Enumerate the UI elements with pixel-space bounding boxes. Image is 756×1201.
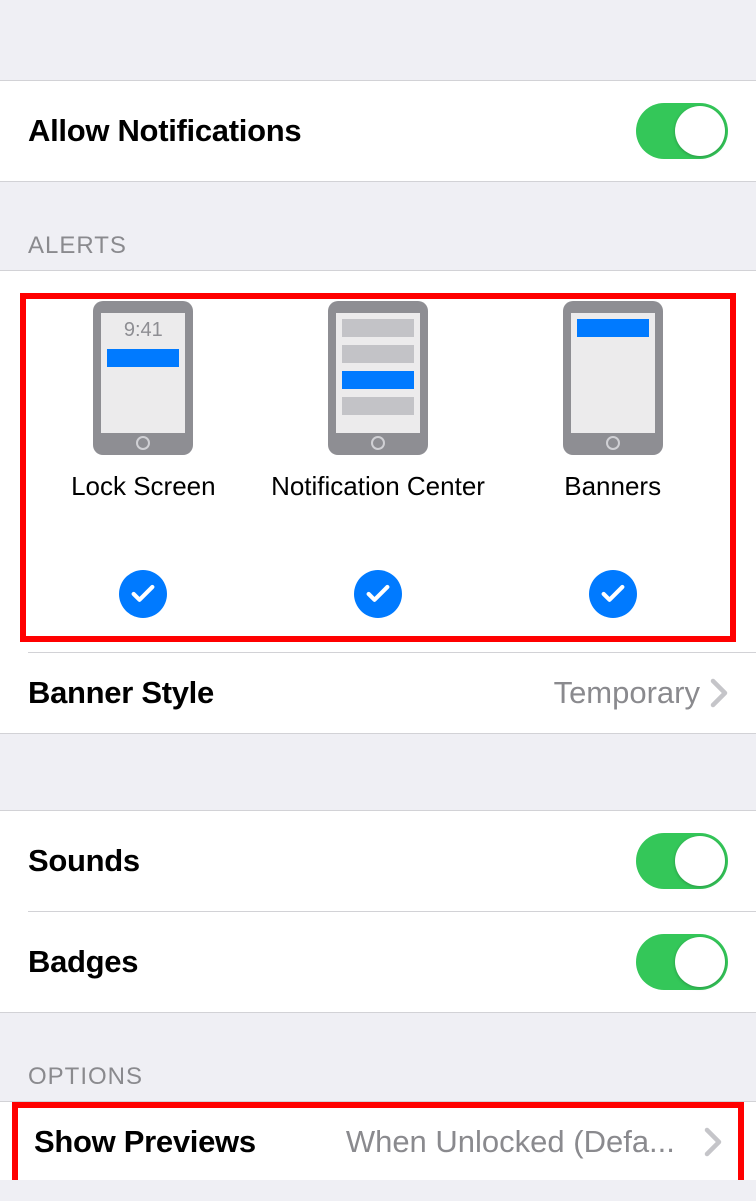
badges-label: Badges [28, 944, 138, 980]
notification-center-phone-icon [328, 301, 428, 455]
nc-bar [342, 345, 414, 363]
lock-screen-time: 9:41 [101, 319, 185, 342]
banner-style-value: Temporary [214, 675, 700, 711]
checkmark-icon [599, 580, 627, 608]
nc-bar [342, 319, 414, 337]
nc-bar [342, 397, 414, 415]
allow-notifications-row[interactable]: Allow Notifications [0, 80, 756, 182]
toggle-knob [675, 106, 725, 156]
notification-center-label: Notification Center [271, 471, 485, 502]
checkmark-icon [364, 580, 392, 608]
sounds-row[interactable]: Sounds [0, 811, 756, 911]
show-previews-value: When Unlocked (Defa... [275, 1124, 675, 1160]
alerts-panel: 9:41 Lock Screen Notificatio [0, 270, 756, 734]
notification-center-check[interactable] [354, 570, 402, 618]
alert-option-notification-center[interactable]: Notification Center [261, 299, 496, 618]
allow-notifications-toggle[interactable] [636, 103, 728, 159]
sounds-badges-group: Sounds Badges [0, 810, 756, 1013]
sounds-label: Sounds [28, 843, 140, 879]
options-group: Show Previews When Unlocked (Defa... [0, 1101, 756, 1180]
lock-screen-label: Lock Screen [71, 471, 216, 502]
alert-option-banners[interactable]: Banners [495, 299, 730, 618]
show-previews-row[interactable]: Show Previews When Unlocked (Defa... [18, 1108, 738, 1180]
checkmark-icon [129, 580, 157, 608]
lock-screen-phone-icon: 9:41 [93, 301, 193, 455]
badges-toggle[interactable] [636, 934, 728, 990]
banners-notif-bar [577, 319, 649, 337]
options-section-header: OPTIONS [0, 1013, 756, 1101]
banner-style-row[interactable]: Banner Style Temporary [0, 653, 756, 733]
home-button-icon [606, 436, 620, 450]
badges-row[interactable]: Badges [0, 912, 756, 1012]
banners-label: Banners [564, 471, 661, 502]
home-button-icon [371, 436, 385, 450]
banner-style-label: Banner Style [28, 675, 214, 711]
show-previews-highlight-box: Show Previews When Unlocked (Defa... [12, 1102, 744, 1180]
spacer-mid [0, 734, 756, 810]
home-button-icon [136, 436, 150, 450]
alerts-highlight-box: 9:41 Lock Screen Notificatio [20, 293, 736, 642]
spacer-top [0, 0, 756, 80]
lock-screen-notif-bar [107, 349, 179, 367]
lock-screen-check[interactable] [119, 570, 167, 618]
allow-notifications-label: Allow Notifications [28, 113, 301, 149]
nc-bar-active [342, 371, 414, 389]
alert-option-lock-screen[interactable]: 9:41 Lock Screen [26, 299, 261, 618]
chevron-right-icon [704, 1127, 722, 1157]
chevron-right-icon [710, 678, 728, 708]
toggle-knob [675, 836, 725, 886]
toggle-knob [675, 937, 725, 987]
show-previews-label: Show Previews [34, 1124, 256, 1160]
banners-phone-icon [563, 301, 663, 455]
banners-check[interactable] [589, 570, 637, 618]
sounds-toggle[interactable] [636, 833, 728, 889]
alerts-section-header: ALERTS [0, 182, 756, 270]
